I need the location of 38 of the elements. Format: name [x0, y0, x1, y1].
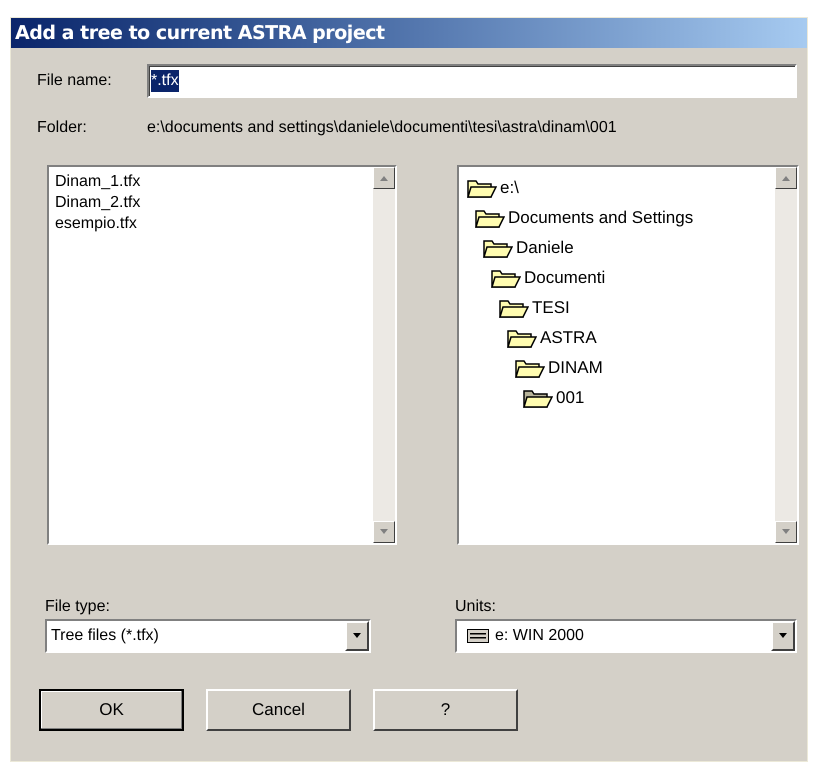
file-list[interactable]: Dinam_1.tfx Dinam_2.tfx esempio.tfx: [47, 165, 397, 545]
folder-item[interactable]: Daniele: [515, 235, 575, 261]
folder-item[interactable]: ASTRA: [539, 325, 598, 351]
window-title: Add a tree to current ASTRA project: [15, 20, 385, 46]
dropdown-button[interactable]: [345, 621, 369, 651]
folder-tree[interactable]: e:\ Documents and Settings Daniele Documenti TESI ASTRA DINAM 001: [457, 165, 799, 545]
folder-item[interactable]: e:\: [499, 175, 520, 201]
dialog-button[interactable]: Cancel: [206, 689, 351, 731]
field-label: File name:: [37, 71, 113, 91]
file-type-dropdown[interactable]: Tree files (*.tfx): [45, 619, 371, 653]
file-item[interactable]: Dinam_1.tfx: [55, 171, 140, 192]
scroll-down-button[interactable]: [775, 521, 797, 543]
folder-item[interactable]: 001: [555, 385, 586, 411]
down-arrow-icon: [379, 529, 389, 535]
file-item[interactable]: esempio.tfx: [55, 213, 137, 234]
drive-icon: [467, 629, 489, 643]
file-item[interactable]: Dinam_2.tfx: [55, 192, 140, 213]
folder-label: Folder:: [37, 118, 88, 138]
folder-item[interactable]: Documents and Settings: [507, 205, 694, 231]
folder-item[interactable]: DINAM: [547, 355, 604, 381]
down-arrow-icon: [778, 633, 788, 639]
scroll-up-button[interactable]: [373, 167, 395, 189]
up-arrow-icon: [781, 175, 791, 181]
folder-item[interactable]: TESI: [531, 295, 571, 321]
units-label: Units:: [455, 597, 497, 617]
file-name-field[interactable]: *.tfx: [147, 64, 797, 98]
down-arrow-icon: [781, 529, 791, 535]
file-type-label: File type:: [45, 597, 111, 617]
scroll-up-button[interactable]: [775, 167, 797, 189]
dropdown-button[interactable]: [771, 621, 795, 651]
folder-item[interactable]: Documenti: [523, 265, 606, 291]
scroll-down-button[interactable]: [373, 521, 395, 543]
down-arrow-icon: [352, 633, 362, 639]
dialog-button[interactable]: ?: [373, 689, 518, 731]
folder-path: e:\documents and settings\daniele\documenti\tesi\astra\dinam\001: [147, 118, 617, 138]
up-arrow-icon: [379, 175, 389, 181]
units-dropdown[interactable]: e: WIN 2000: [455, 619, 797, 653]
dialog-button[interactable]: OK: [39, 689, 184, 731]
